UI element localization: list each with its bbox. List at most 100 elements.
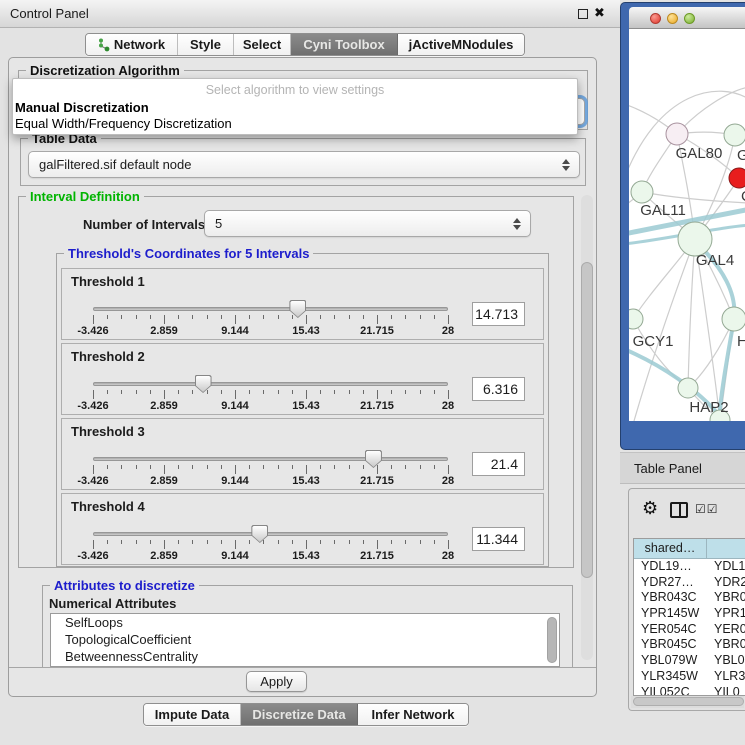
attribute-item[interactable]: SelfLoops: [51, 614, 559, 631]
popup-option-manual-discretization[interactable]: Manual Discretization: [15, 100, 149, 115]
threshold-slider-track[interactable]: [93, 382, 448, 386]
cell-name: YBR0: [707, 637, 745, 653]
table-row[interactable]: YBR043CYBR0: [634, 590, 745, 606]
network-node-gcy1[interactable]: [629, 309, 643, 329]
tab-label: Select: [243, 37, 281, 52]
tab-select[interactable]: Select: [234, 34, 291, 55]
table-row[interactable]: YBL079WYBL0: [634, 653, 745, 669]
cell-shared-name: YBL079W: [634, 653, 707, 669]
cell-shared-name: YER054C: [634, 622, 707, 638]
close-traffic-light-icon[interactable]: [650, 13, 661, 24]
table-row[interactable]: YBR045CYBR0: [634, 637, 745, 653]
network-node-hap2[interactable]: [678, 378, 698, 398]
attribute-item[interactable]: TopologicalCoefficient: [51, 631, 559, 648]
cell-name: YBR0: [707, 590, 745, 606]
table-row[interactable]: YLR345WYLR3: [634, 669, 745, 685]
thresholds-group-title: Threshold's Coordinates for 5 Intervals: [64, 246, 313, 261]
scrollpane-bottom-border: [9, 667, 596, 668]
panel-scrollbar-thumb[interactable]: [581, 262, 593, 578]
cell-shared-name: YBR045C: [634, 637, 707, 653]
cell-name: YLR3: [707, 669, 745, 685]
cell-shared-name: YBR043C: [634, 590, 707, 606]
threshold-label: Threshold 2: [71, 349, 145, 364]
node-label: GAL80: [676, 145, 723, 162]
popup-hint: Select algorithm to view settings: [13, 83, 577, 97]
table-hscrollbar-thumb[interactable]: [633, 697, 744, 706]
tab-network[interactable]: Network: [86, 34, 178, 55]
checkbox-icons[interactable]: ☑☑: [695, 502, 719, 516]
combo-arrows-icon: [562, 159, 570, 171]
table-row[interactable]: YDL19…YDL1: [634, 559, 745, 575]
tab-style[interactable]: Style: [178, 34, 234, 55]
tab-infer-network[interactable]: Infer Network: [358, 704, 468, 725]
slider-tick-labels: -3.4262.8599.14415.4321.71528: [93, 475, 448, 487]
network-view-window: GAL80G.CGAL11GAL4GCY1HHAP2: [620, 2, 745, 450]
threshold-value-field[interactable]: 11.344: [472, 527, 525, 551]
table-row[interactable]: YPR145WYPR1: [634, 606, 745, 622]
top-tab-bar: Network Style Select Cyni ToolboxjActiveMNo…: [85, 33, 525, 56]
panel-title: Control Panel: [10, 6, 89, 21]
attributes-scrollbar[interactable]: [547, 617, 557, 663]
close-icon[interactable]: ✖: [594, 5, 605, 21]
slider-tick-labels: -3.4262.8599.14415.4321.71528: [93, 325, 448, 337]
number-of-intervals-label: Number of Intervals: [83, 217, 205, 232]
numerical-attributes-list[interactable]: SelfLoopsTopologicalCoefficientBetweenne…: [50, 613, 560, 667]
numerical-attributes-label: Numerical Attributes: [49, 596, 176, 611]
cell-name: YDL1: [707, 559, 745, 575]
table-panel: ⚙ ☑☑ shared… na YDL19…YDL1YDR27…YDR2YBR0…: [628, 488, 745, 711]
cell-shared-name: YIL052C: [634, 685, 707, 697]
attribute-item[interactable]: BetweennessCentrality: [51, 648, 559, 665]
network-canvas[interactable]: GAL80G.CGAL11GAL4GCY1HHAP2: [629, 29, 745, 421]
table-data-combobox[interactable]: galFiltered.sif default node: [28, 151, 580, 178]
minimize-traffic-light-icon[interactable]: [667, 13, 678, 24]
network-node-gal4[interactable]: [678, 222, 712, 256]
apply-button[interactable]: Apply: [246, 671, 307, 692]
threshold-value-field[interactable]: 6.316: [472, 377, 525, 401]
cell-name: YDR2: [707, 575, 745, 591]
zoom-traffic-light-icon[interactable]: [684, 13, 695, 24]
tab-jactivemnodules[interactable]: jActiveMNodules: [398, 34, 524, 55]
network-node-g[interactable]: [724, 124, 745, 146]
network-node-h[interactable]: [722, 307, 745, 331]
table-row[interactable]: YDR27…YDR2: [634, 575, 745, 591]
threshold-value-field[interactable]: 14.713: [472, 302, 525, 326]
threshold-slider-track[interactable]: [93, 457, 448, 461]
slider-ticks: [93, 315, 448, 325]
table-data-combobox-value: galFiltered.sif default node: [39, 157, 191, 172]
tab-cyni-toolbox[interactable]: Cyni Toolbox: [291, 34, 398, 55]
table-row[interactable]: YIL052CYIL0: [634, 685, 745, 697]
float-window-icon[interactable]: [578, 9, 588, 19]
split-view-icon[interactable]: [670, 502, 688, 518]
number-of-intervals-combobox[interactable]: 5: [204, 210, 531, 237]
popup-option-equal-width-frequency-discretization[interactable]: Equal Width/Frequency Discretization: [15, 116, 232, 131]
node-label: GCY1: [633, 333, 674, 350]
column-header-shared-name[interactable]: shared…: [634, 539, 707, 559]
tab-impute-data[interactable]: Impute Data: [144, 704, 241, 725]
slider-ticks: [93, 540, 448, 550]
tab-discretize-data[interactable]: Discretize Data: [241, 704, 358, 725]
network-icon: [98, 38, 110, 52]
network-node-gal80[interactable]: [666, 123, 688, 145]
tab-label: Network: [114, 37, 165, 52]
network-graph: GAL80G.CGAL11GAL4GCY1HHAP2: [629, 29, 745, 421]
network-window-titlebar[interactable]: [629, 7, 745, 29]
network-node-c[interactable]: [729, 168, 745, 188]
slider-ticks: [93, 465, 448, 475]
column-header-name[interactable]: na: [707, 539, 745, 559]
threshold-value-field[interactable]: 21.4: [472, 452, 525, 476]
tab-label: Style: [190, 37, 221, 52]
cell-name: YER0: [707, 622, 745, 638]
node-attribute-table[interactable]: shared… na YDL19…YDL1YDR27…YDR2YBR043CYB…: [633, 538, 745, 696]
threshold-slider-track[interactable]: [93, 307, 448, 311]
network-node-gal11[interactable]: [631, 181, 653, 203]
attributes-group-title: Attributes to discretize: [50, 578, 199, 593]
algorithm-dropdown-popup: Select algorithm to view settings Manual…: [12, 78, 578, 135]
gear-icon[interactable]: ⚙: [642, 499, 658, 517]
cell-shared-name: YDR27…: [634, 575, 707, 591]
table-header-row: shared… na: [634, 539, 745, 559]
table-row[interactable]: YER054CYER0: [634, 622, 745, 638]
cell-name: YBL0: [707, 653, 745, 669]
threshold-slider-track[interactable]: [93, 532, 448, 536]
number-of-intervals-value: 5: [215, 216, 222, 231]
interval-definition-title: Interval Definition: [26, 189, 144, 204]
